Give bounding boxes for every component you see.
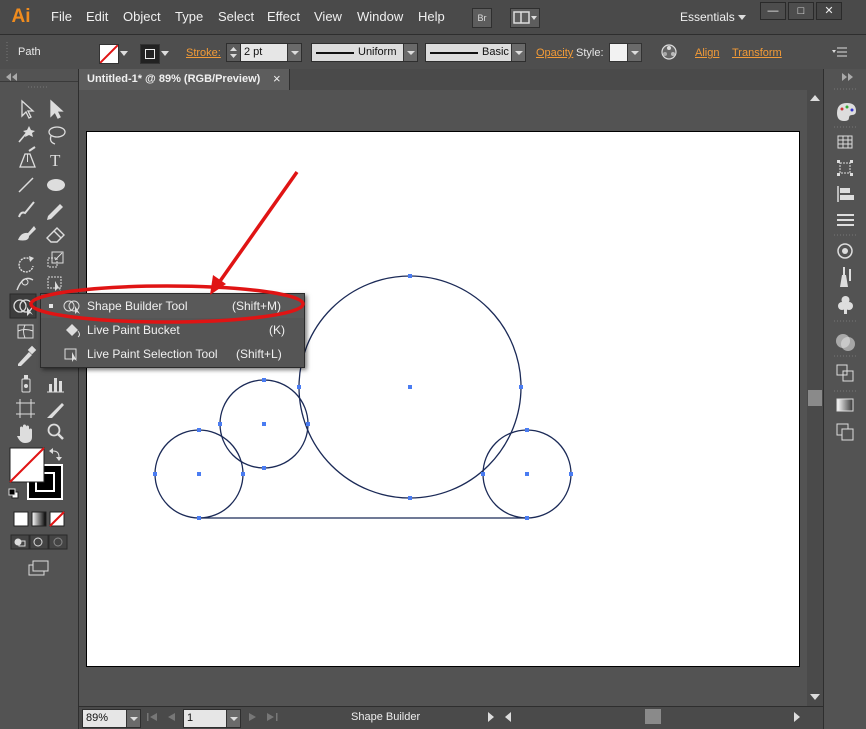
- highlight-ellipse: [29, 284, 305, 324]
- pointer-arrow: [216, 170, 299, 286]
- annotation-overlay: [29, 170, 305, 324]
